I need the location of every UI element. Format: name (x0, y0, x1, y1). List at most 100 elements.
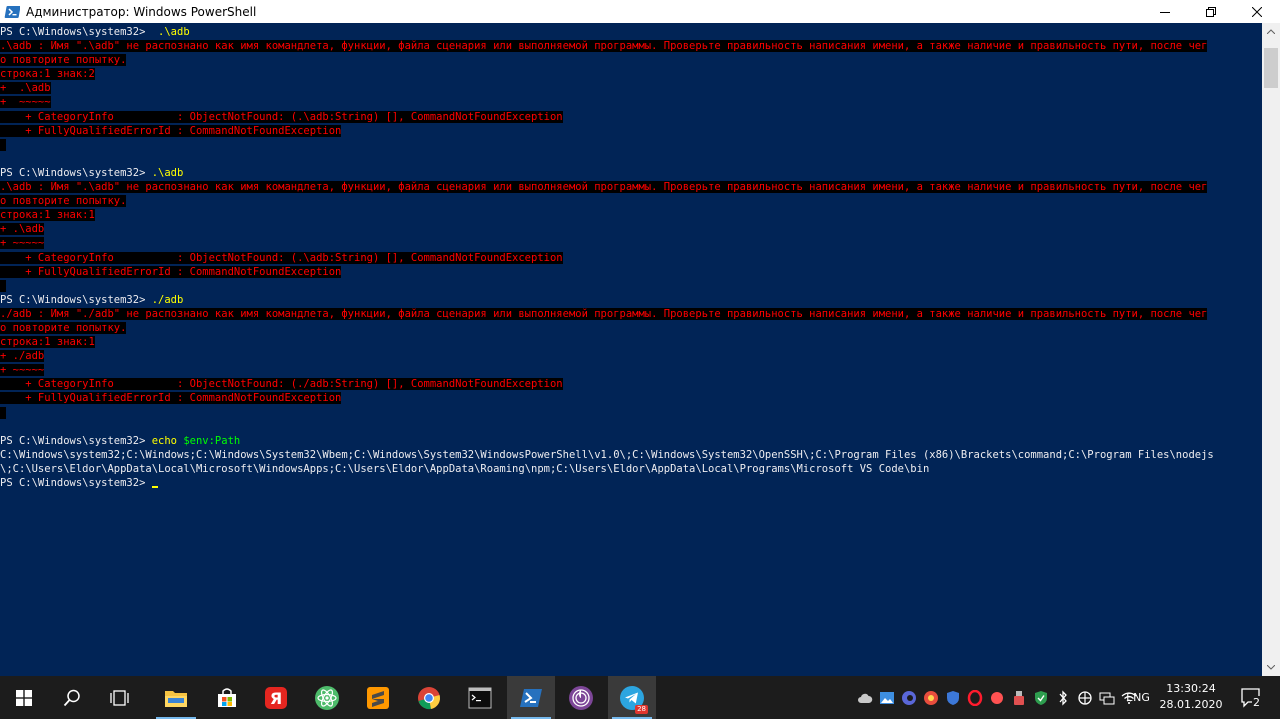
error-text: о повторите попытку. (0, 54, 127, 67)
edge-icon[interactable] (901, 690, 917, 706)
window-title: Администратор: Windows PowerShell (26, 4, 257, 19)
terminal-button[interactable] (456, 676, 504, 719)
windows-logo-icon (16, 689, 32, 706)
system-tray (854, 676, 1140, 719)
terminal-icon (468, 687, 492, 708)
error-text: + ~~~~~ (0, 96, 51, 109)
tor-icon (569, 685, 593, 710)
minimize-icon (1160, 11, 1170, 13)
console-output[interactable]: PS C:\Windows\system32> .\adb .\adb : Имя… (0, 23, 1262, 676)
store-button[interactable] (203, 676, 251, 719)
minimize-button[interactable] (1142, 0, 1188, 23)
console-line: о повторите попытку. (0, 321, 1214, 335)
scrollbar-thumb[interactable] (1264, 48, 1278, 88)
bluetooth-icon[interactable] (1055, 689, 1071, 706)
command-text: .\adb (151, 166, 184, 179)
console-line: PS C:\Windows\system32> ./adb (0, 293, 1214, 307)
console-line: + ~~~~~ (0, 95, 1214, 109)
window-controls (1142, 0, 1280, 23)
console-line: строка:1 знак:1 (0, 335, 1214, 349)
telegram-button[interactable]: 28 (608, 676, 656, 719)
taskbar: Я 28 ENG 13:30:24 28.01.2020 2 (0, 676, 1280, 719)
error-text: .\adb : Имя ".\adb" не распознано как им… (0, 181, 1208, 194)
error-text: о повторите попытку. (0, 321, 127, 334)
language-indicator[interactable]: ENG (1124, 676, 1152, 719)
console-line: + FullyQualifiedErrorId : CommandNotFoun… (0, 124, 1214, 138)
chrome-button[interactable] (405, 676, 453, 719)
output-text: PS C:\Windows\system32> (0, 166, 152, 179)
variable-text: $env:Path (183, 434, 241, 447)
window-title-bar[interactable]: Администратор: Windows PowerShell (0, 0, 1280, 23)
error-text: + .\adb (0, 82, 51, 95)
error-text (0, 406, 7, 419)
output-text: C:\Windows\system32;C:\Windows;C:\Window… (0, 448, 1214, 461)
record-icon[interactable] (989, 690, 1005, 706)
error-text: + ~~~~~ (0, 364, 45, 377)
chevron-up-icon (1267, 29, 1275, 34)
sublime-text-button[interactable] (354, 676, 402, 719)
output-text: PS C:\Windows\system32> (0, 434, 152, 447)
clock-date: 28.01.2020 (1159, 698, 1223, 711)
error-text: + CategoryInfo : ObjectNotFound: (./adb:… (0, 378, 563, 391)
yandex-button[interactable]: Я (252, 676, 300, 719)
svg-text:Я: Я (270, 689, 282, 708)
console-line: + FullyQualifiedErrorId : CommandNotFoun… (0, 391, 1214, 405)
console-line: \;C:\Users\Eldor\AppData\Local\Microsoft… (0, 462, 1214, 476)
console-line: строка:1 знак:1 (0, 208, 1214, 222)
command-text: echo (151, 434, 184, 447)
yandex-browser-icon: Я (265, 686, 287, 709)
command-text: ./adb (151, 293, 184, 306)
error-text: .\adb : Имя ".\adb" не распознано как им… (0, 40, 1208, 53)
scroll-down-button[interactable] (1262, 659, 1280, 676)
scroll-up-button[interactable] (1262, 23, 1280, 40)
console-line: + .\adb (0, 81, 1214, 95)
error-text: + FullyQualifiedErrorId : CommandNotFoun… (0, 124, 342, 137)
defender-icon[interactable] (1033, 690, 1049, 706)
output-text: PS C:\Windows\system32> (0, 477, 152, 489)
error-text: строка:1 знак:1 (0, 209, 95, 222)
close-button[interactable] (1234, 0, 1280, 23)
powershell-icon (4, 5, 20, 18)
console-line: PS C:\Windows\system32> echo $env:Path (0, 434, 1214, 448)
console-line: о повторите попытку. (0, 194, 1214, 208)
atom-button[interactable] (303, 676, 351, 719)
console-line: + FullyQualifiedErrorId : CommandNotFoun… (0, 265, 1214, 279)
console-line: о повторите попытку. (0, 53, 1214, 67)
security-shield-icon[interactable] (945, 690, 961, 706)
cloud-icon[interactable] (857, 690, 873, 706)
chevron-down-icon (1267, 665, 1275, 670)
console-line: PS C:\Windows\system32> .\adb (0, 166, 1214, 180)
console-line: + ~~~~~ (0, 236, 1214, 250)
network-icon[interactable] (1099, 690, 1115, 706)
app-settings-icon[interactable] (1077, 690, 1093, 706)
error-text: + ~~~~~ (0, 237, 45, 250)
vertical-scrollbar[interactable] (1262, 23, 1280, 676)
console-line: ./adb : Имя "./adb" не распознано как им… (0, 307, 1214, 321)
file-explorer-button[interactable] (152, 676, 200, 719)
start-button[interactable] (0, 676, 48, 719)
opera-icon[interactable] (967, 689, 983, 706)
clock[interactable]: 13:30:24 28.01.2020 (1158, 681, 1224, 713)
restore-button[interactable] (1188, 0, 1234, 23)
photos-icon[interactable] (879, 690, 895, 706)
sublime-text-icon (367, 686, 389, 709)
color-app-icon[interactable] (923, 690, 939, 706)
clock-time: 13:30:24 (1166, 682, 1216, 695)
atom-icon (315, 685, 339, 710)
task-view-button[interactable] (96, 676, 144, 719)
command-text: .\adb (151, 26, 190, 38)
usb-icon[interactable] (1011, 690, 1027, 706)
output-text: PS C:\Windows\system32> (0, 26, 152, 38)
console-line: + ./adb (0, 349, 1214, 363)
restore-icon (1206, 6, 1216, 17)
powershell-button[interactable] (507, 676, 555, 719)
telegram-badge: 28 (635, 705, 648, 714)
notification-center-button[interactable]: 2 (1232, 676, 1272, 719)
error-text: строка:1 знак:2 (0, 68, 95, 81)
error-text (0, 138, 7, 151)
search-button[interactable] (48, 676, 96, 719)
tor-browser-button[interactable] (557, 676, 605, 719)
console-line (0, 406, 1214, 420)
